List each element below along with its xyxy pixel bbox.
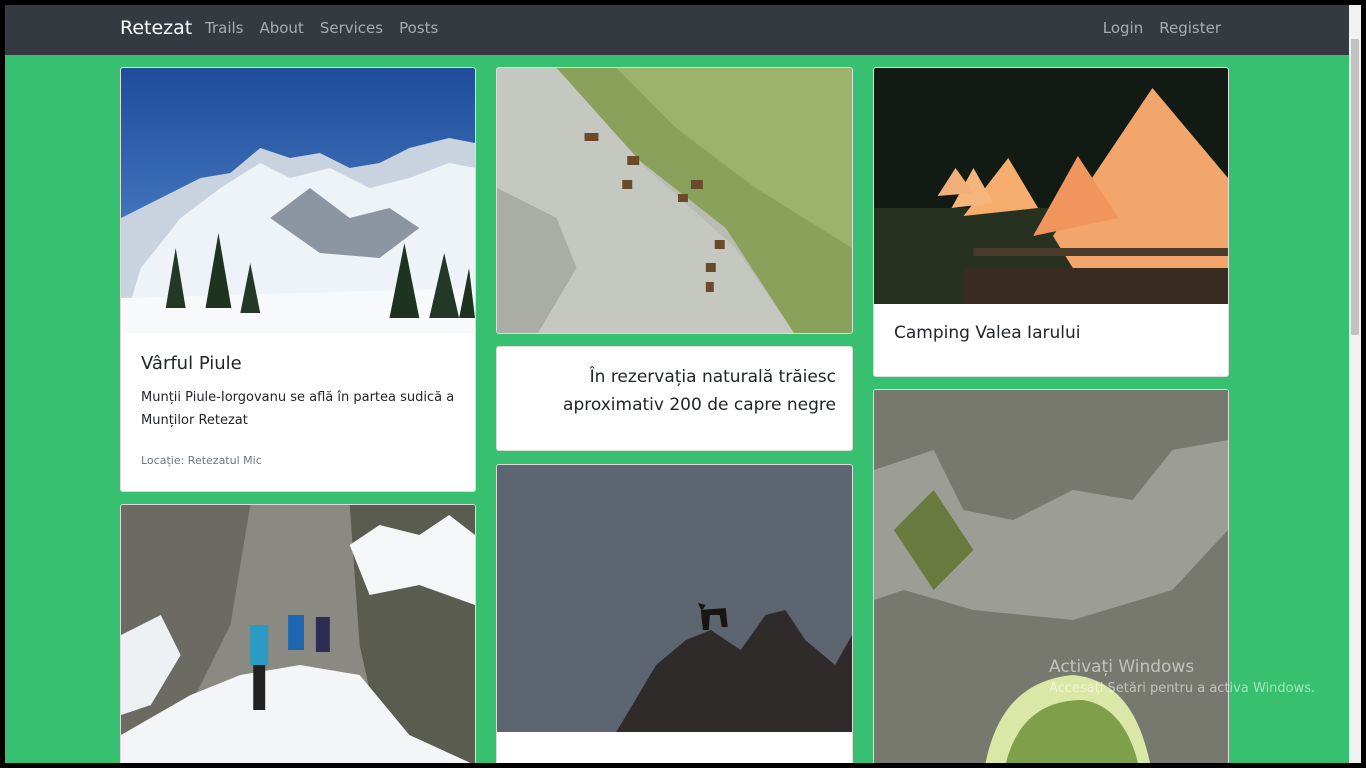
nav-link-services[interactable]: Services — [320, 19, 383, 37]
card-chamois-cliff[interactable] — [496, 67, 853, 334]
card-description: Munții Piule-Iorgovanu se află în partea… — [141, 390, 455, 428]
snowy-mountain-image — [121, 68, 475, 333]
watermark-subtitle: Accesați Setări pentru a activa Windows. — [1049, 681, 1316, 696]
watermark-title: Activați Windows — [1049, 657, 1195, 677]
card-quote[interactable]: În rezervația naturală trăiesc aproximat… — [496, 346, 853, 451]
rock-arch-image — [874, 390, 1228, 763]
brand-link[interactable]: Retezat — [120, 17, 192, 39]
nav-links: Trails About Services Posts — [205, 19, 438, 37]
navbar: Retezat Trails About Services Posts Logi… — [5, 5, 1349, 55]
card-title: Vârful Piule — [141, 353, 242, 374]
page-viewport: Retezat Trails About Services Posts Logi… — [5, 5, 1349, 763]
vertical-scrollbar[interactable] — [1349, 5, 1361, 763]
nav-link-trails[interactable]: Trails — [205, 19, 243, 37]
windows-activation-watermark: Activați Windows Accesați Setări pentru … — [1049, 657, 1315, 696]
login-link[interactable]: Login — [1103, 19, 1143, 37]
register-link[interactable]: Register — [1159, 19, 1221, 37]
card-title: Camping Valea Iarului — [894, 323, 1081, 343]
chamois-silhouette-image — [497, 465, 852, 732]
nav-auth-links: Login Register — [1103, 19, 1221, 37]
glamping-tents-image — [874, 68, 1228, 304]
card-snow-gorge[interactable] — [120, 504, 476, 763]
card-chamois-silhouette[interactable] — [496, 464, 853, 763]
hikers-snow-gorge-image — [121, 505, 475, 763]
card-rock-arch[interactable] — [873, 389, 1229, 763]
quote-text: În rezervația naturală trăiesc aproximat… — [563, 367, 836, 415]
nav-link-about[interactable]: About — [259, 19, 303, 37]
scrollbar-thumb[interactable] — [1351, 39, 1359, 335]
card-camping[interactable]: Camping Valea Iarului — [873, 67, 1229, 377]
chamois-on-cliff-image — [497, 68, 852, 333]
card-location: Locație: Retezatul Mic — [141, 454, 262, 467]
nav-link-posts[interactable]: Posts — [399, 19, 438, 37]
card-varful-piule[interactable]: Vârful Piule Munții Piule-Iorgovanu se a… — [120, 67, 476, 492]
